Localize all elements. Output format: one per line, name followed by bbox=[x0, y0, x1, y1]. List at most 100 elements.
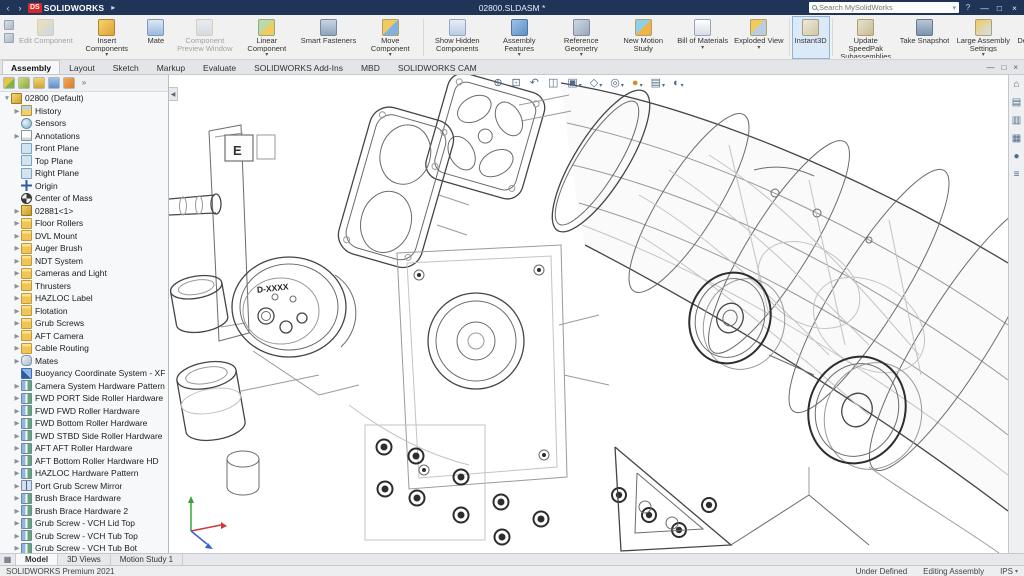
graphics-viewport[interactable]: ⊕ ⊡ ↶ ◫ ▣ ▾ ◇ bbox=[169, 75, 1008, 553]
tree-item[interactable]: ▶ 02881<1> bbox=[0, 205, 168, 218]
display-style-icon[interactable]: ◇ ▾ bbox=[590, 77, 602, 89]
doc-close-button[interactable]: × bbox=[1013, 63, 1018, 72]
ribbon-button[interactable]: Update SpeedPak Subassemblies bbox=[835, 16, 897, 59]
panel-collapse-handle[interactable]: ◀ bbox=[169, 87, 178, 101]
tree-item[interactable]: ▶ AFT AFT Roller Hardware bbox=[0, 442, 168, 455]
hide-show-items-icon[interactable]: ◎ ▾ bbox=[610, 77, 624, 89]
tree-item[interactable]: ▶ FWD FWD Roller Hardware bbox=[0, 405, 168, 418]
section-view-icon[interactable]: ◫ bbox=[548, 77, 559, 89]
toolbar-icon[interactable] bbox=[4, 33, 14, 43]
expand-arrow-icon[interactable]: ▶ bbox=[13, 132, 21, 140]
ribbon-button[interactable] bbox=[789, 19, 790, 56]
expand-arrow-icon[interactable]: ▶ bbox=[13, 444, 21, 452]
study-tab[interactable]: Motion Study 1 bbox=[111, 554, 183, 565]
search-box[interactable]: ▾ bbox=[809, 2, 959, 13]
ribbon-button[interactable]: Linear Component Pattern ▾ bbox=[236, 16, 298, 59]
expand-arrow-icon[interactable]: ▶ bbox=[13, 407, 21, 415]
tree-item[interactable]: Buoyancy Coordinate System - XF bbox=[0, 367, 168, 380]
tree-item[interactable]: ▼ 02800 (Default) bbox=[0, 92, 168, 105]
tree-item[interactable]: Front Plane bbox=[0, 142, 168, 155]
file-explorer-icon[interactable]: ▥ bbox=[1012, 116, 1021, 126]
expand-arrow-icon[interactable]: ▶ bbox=[13, 319, 21, 327]
configurationmanager-tab-icon[interactable] bbox=[33, 77, 45, 89]
tree-item[interactable]: Right Plane bbox=[0, 167, 168, 180]
ribbon-button[interactable]: Exploded View ▾ bbox=[731, 16, 786, 59]
model-wireframe[interactable]: E D-XXXX bbox=[169, 75, 1008, 553]
solidworks-resources-icon[interactable]: ⌂ bbox=[1013, 80, 1019, 90]
tree-item[interactable]: Sensors bbox=[0, 117, 168, 130]
expand-arrow-icon[interactable]: ▶ bbox=[13, 244, 21, 252]
command-tab[interactable]: Layout bbox=[60, 60, 104, 74]
expand-arrow-icon[interactable]: ▶ bbox=[13, 382, 21, 390]
tree-item[interactable]: Origin bbox=[0, 180, 168, 193]
expand-arrow-icon[interactable]: ▶ bbox=[13, 294, 21, 302]
view-settings-icon[interactable]: ◐ ▾ bbox=[673, 77, 684, 89]
tree-item[interactable]: ▶ Floor Rollers bbox=[0, 217, 168, 230]
tree-item[interactable]: Top Plane bbox=[0, 155, 168, 168]
tree-item[interactable]: ▶ Mates bbox=[0, 355, 168, 368]
expand-arrow-icon[interactable]: ▶ bbox=[13, 257, 21, 265]
expand-arrow-icon[interactable]: ▶ bbox=[13, 519, 21, 527]
ribbon-button[interactable]: Edit Component bbox=[16, 16, 76, 59]
ribbon-button[interactable]: Instant3D bbox=[792, 16, 830, 59]
tree-item[interactable]: ▶ FWD PORT Side Roller Hardware bbox=[0, 392, 168, 405]
tree-item[interactable]: ▶ Flotation bbox=[0, 305, 168, 318]
tree-item[interactable]: ▶ FWD Bottom Roller Hardware bbox=[0, 417, 168, 430]
tree-item[interactable]: ▶ Port Grub Screw Mirror bbox=[0, 480, 168, 493]
tree-item[interactable]: ▶ Grub Screw - VCH Tub Bot bbox=[0, 542, 168, 553]
close-button[interactable]: × bbox=[1007, 3, 1022, 13]
command-tab[interactable]: MBD bbox=[352, 60, 389, 74]
ribbon-button[interactable]: Show Hidden Components bbox=[426, 16, 488, 59]
expand-arrow-icon[interactable]: ▶ bbox=[13, 344, 21, 352]
tree-item[interactable]: ▶ Camera System Hardware Pattern bbox=[0, 380, 168, 393]
expand-arrow-icon[interactable]: ▶ bbox=[13, 232, 21, 240]
tree-item[interactable]: ▶ DVL Mount bbox=[0, 230, 168, 243]
tree-item[interactable]: ▶ Thrusters bbox=[0, 280, 168, 293]
expand-arrow-icon[interactable]: ▼ bbox=[3, 95, 11, 102]
expand-arrow-icon[interactable]: ▶ bbox=[13, 394, 21, 402]
minimize-button[interactable]: — bbox=[977, 3, 992, 13]
tree-item[interactable]: ▶ Grub Screw - VCH Tub Top bbox=[0, 530, 168, 543]
tree-item[interactable]: ▶ NDT System bbox=[0, 255, 168, 268]
tree-item[interactable]: ▶ FWD STBD Side Roller Hardware bbox=[0, 430, 168, 443]
ribbon-button[interactable]: Large Assembly Settings ▾ bbox=[952, 16, 1014, 59]
ribbon-button[interactable]: Take Snapshot bbox=[897, 16, 953, 59]
tree-item[interactable]: Center of Mass bbox=[0, 192, 168, 205]
tree-item[interactable]: ▶ Brush Brace Hardware bbox=[0, 492, 168, 505]
expand-arrow-icon[interactable]: ▶ bbox=[13, 207, 21, 215]
expand-arrow-icon[interactable]: ▶ bbox=[13, 457, 21, 465]
study-tab[interactable]: 3D Views bbox=[58, 554, 111, 565]
ribbon-button[interactable]: Move Component ▾ bbox=[359, 16, 421, 59]
expand-arrow-icon[interactable]: ▶ bbox=[13, 332, 21, 340]
expand-arrow-icon[interactable]: ▶ bbox=[13, 357, 21, 365]
ribbon-button[interactable]: Bill of Materials ▾ bbox=[674, 16, 731, 59]
expand-arrow-icon[interactable]: ▶ bbox=[13, 532, 21, 540]
menu-expander-icon[interactable]: ▸ bbox=[111, 3, 115, 12]
tree-item[interactable]: ▶ Annotations bbox=[0, 130, 168, 143]
viewport-layout-icon[interactable]: ▦ bbox=[0, 554, 16, 565]
tree-item[interactable]: ▶ HAZLOC Hardware Pattern bbox=[0, 467, 168, 480]
custom-properties-icon[interactable]: ≡ bbox=[1014, 170, 1020, 180]
expand-arrow-icon[interactable]: ▶ bbox=[13, 482, 21, 490]
ribbon-button[interactable]: Defeature bbox=[1014, 16, 1024, 59]
ribbon-button[interactable]: Assembly Features ▾ bbox=[488, 16, 550, 59]
toolbar-icon[interactable] bbox=[4, 20, 14, 30]
doc-restore-button[interactable]: □ bbox=[1001, 63, 1006, 72]
tree-item[interactable]: ▶ History bbox=[0, 105, 168, 118]
ribbon-button[interactable]: Component Preview Window bbox=[174, 16, 236, 59]
edit-appearance-icon[interactable]: ● ▾ bbox=[632, 77, 643, 89]
expand-arrow-icon[interactable]: ▶ bbox=[13, 469, 21, 477]
propertymanager-tab-icon[interactable] bbox=[18, 77, 30, 89]
expand-arrow-icon[interactable]: ▶ bbox=[13, 219, 21, 227]
command-tab[interactable]: Sketch bbox=[104, 60, 148, 74]
tree-item[interactable]: ▶ Cameras and Light bbox=[0, 267, 168, 280]
dimxpertmanager-tab-icon[interactable] bbox=[48, 77, 60, 89]
apply-scene-icon[interactable]: ▤ ▾ bbox=[651, 77, 665, 89]
view-palette-icon[interactable]: ▦ bbox=[1012, 134, 1021, 144]
ribbon-button[interactable]: Reference Geometry ▾ bbox=[550, 16, 612, 59]
expand-arrow-icon[interactable]: ▶ bbox=[13, 432, 21, 440]
tree-item[interactable]: ▶ HAZLOC Label bbox=[0, 292, 168, 305]
zoom-fit-icon[interactable]: ⊕ bbox=[493, 77, 503, 89]
command-tab[interactable]: SOLIDWORKS CAM bbox=[389, 60, 486, 74]
units-selector[interactable]: IPS ▾ bbox=[1000, 567, 1018, 576]
